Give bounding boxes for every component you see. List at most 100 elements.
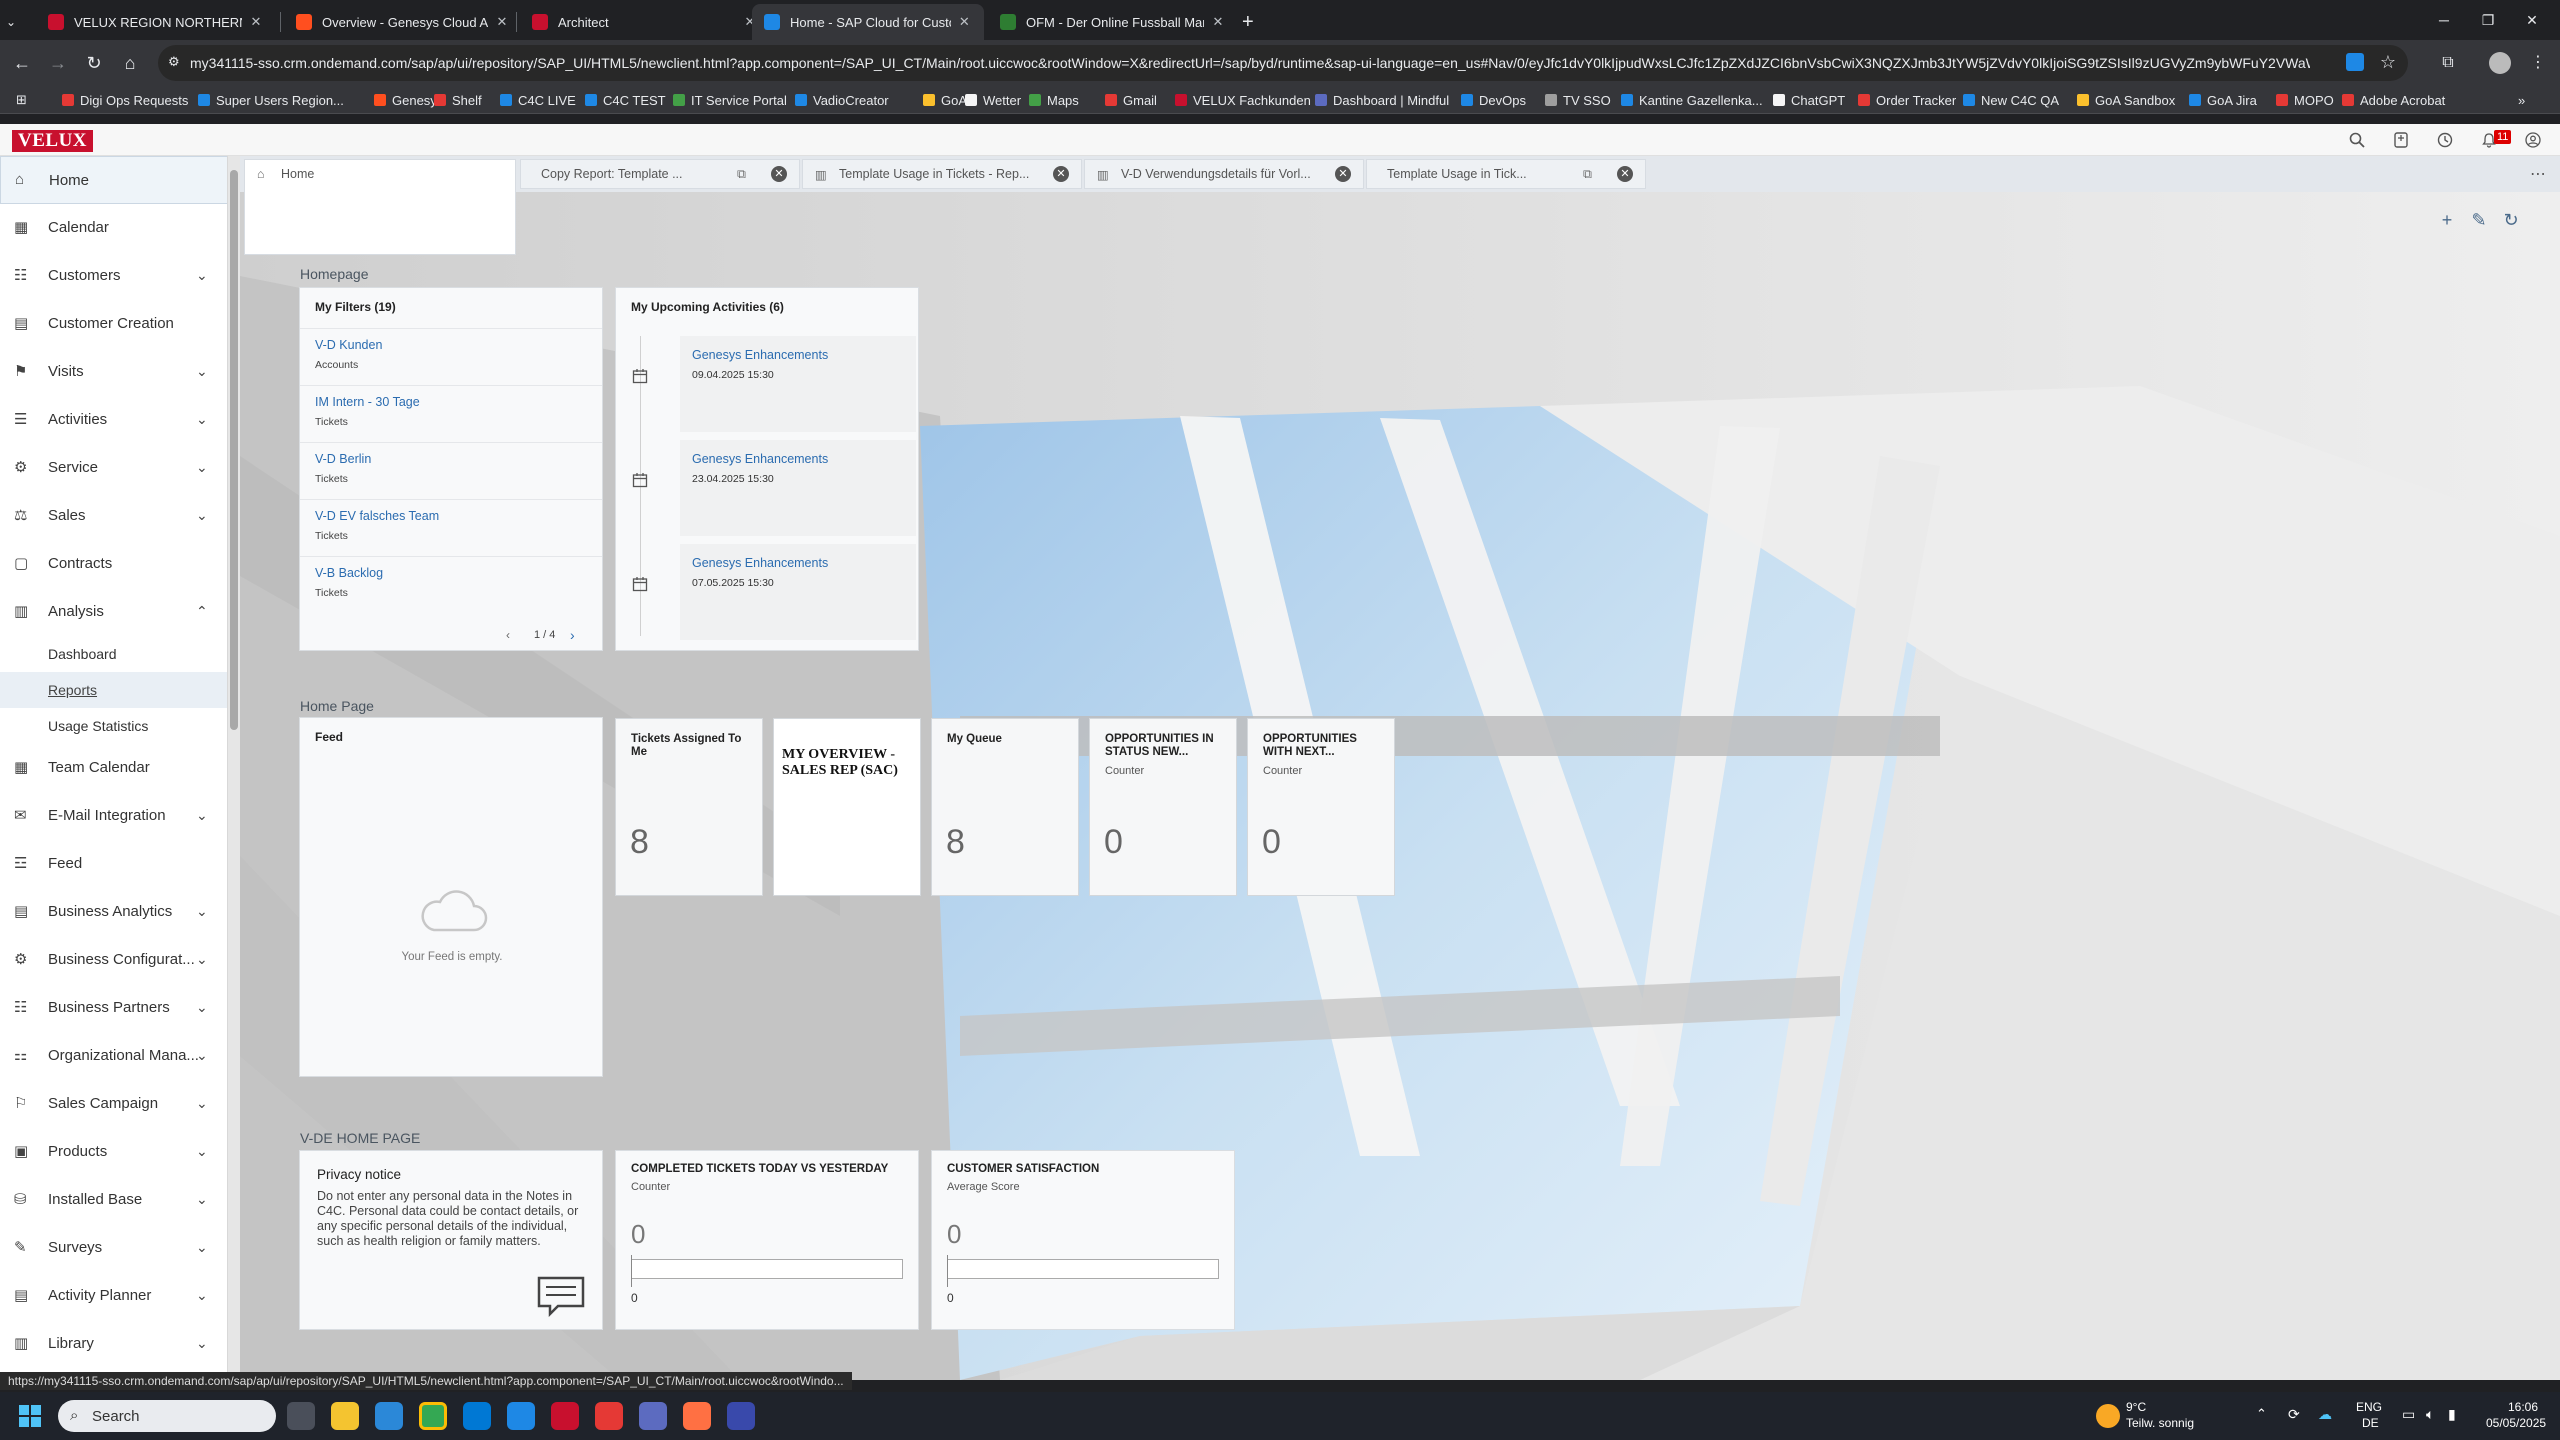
- restore-button[interactable]: ❐: [2466, 0, 2510, 40]
- file-explorer-icon[interactable]: [331, 1402, 359, 1430]
- bookmark-item[interactable]: MOPO: [2276, 90, 2334, 110]
- architect-app-icon[interactable]: [551, 1402, 579, 1430]
- chevron-up-icon[interactable]: ⌃: [196, 603, 208, 620]
- volume-icon[interactable]: 🔈︎: [2426, 1406, 2434, 1423]
- next-page-icon[interactable]: ›: [570, 627, 575, 643]
- bookmark-item[interactable]: VadioCreator: [795, 90, 889, 110]
- app-tab-template-usage[interactable]: Template Usage in Tick... ⧉ ✕: [1366, 159, 1646, 189]
- activity-item[interactable]: Genesys Enhancements 23.04.2025 15:30: [680, 440, 916, 536]
- sidebar-scrollbar-thumb[interactable]: [230, 170, 238, 730]
- sidebar-item-contracts[interactable]: ▢ Contracts: [0, 540, 227, 588]
- sidebar-item-library[interactable]: ▥ Library ⌄: [0, 1320, 227, 1368]
- chrome-browser-icon[interactable]: [419, 1402, 447, 1430]
- activity-link[interactable]: Genesys Enhancements: [692, 452, 828, 466]
- home-button[interactable]: ⌂: [118, 51, 142, 75]
- bookmark-item[interactable]: Super Users Region...: [198, 90, 344, 110]
- sidebar-item-organizational-mana[interactable]: ⚏ Organizational Mana... ⌄: [0, 1032, 227, 1080]
- edge-browser-icon[interactable]: [375, 1402, 403, 1430]
- filter-item[interactable]: V-B Backlog Tickets: [300, 556, 602, 613]
- prev-page-icon[interactable]: ‹: [506, 628, 510, 642]
- chevron-down-icon[interactable]: ⌄: [196, 1191, 208, 1208]
- sidebar-subitem-dashboard[interactable]: Dashboard: [0, 636, 227, 672]
- kpi-tile[interactable]: My Queue 8: [931, 718, 1079, 896]
- bookmark-item[interactable]: GoA Sandbox: [2077, 90, 2175, 110]
- browser-tab-sap-home[interactable]: Home - SAP Cloud for Custome ✕: [752, 4, 984, 40]
- browser-tab-genesys-overview[interactable]: Overview - Genesys Cloud Adm ✕: [284, 4, 522, 40]
- velux-logo[interactable]: VELUX: [12, 130, 94, 152]
- kpi-tile[interactable]: MY OVERVIEW - SALES REP (SAC): [773, 718, 921, 896]
- extensions-button[interactable]: ⧉: [2436, 51, 2460, 75]
- taskbar-search[interactable]: ⌕ Search: [58, 1400, 276, 1432]
- sidebar-item-service[interactable]: ⚙ Service ⌄: [0, 444, 227, 492]
- app-tab-home[interactable]: ⌂ Home: [244, 159, 516, 255]
- add-icon[interactable]: +: [2436, 210, 2458, 232]
- sidebar-item-business-partners[interactable]: ☷ Business Partners ⌄: [0, 984, 227, 1032]
- sap-extension-icon[interactable]: [2346, 53, 2364, 71]
- weather-temp[interactable]: 9°C: [2126, 1400, 2146, 1414]
- bookmark-item[interactable]: Dashboard | Mindful: [1315, 90, 1449, 110]
- star-icon[interactable]: ☆: [2380, 52, 2396, 73]
- sidebar-subitem-usage-statistics[interactable]: Usage Statistics: [0, 708, 227, 744]
- clock-date[interactable]: 05/05/2025: [2486, 1416, 2546, 1430]
- chevron-down-icon[interactable]: ⌄: [196, 1239, 208, 1256]
- sidebar-item-home[interactable]: ⌂ Home: [0, 156, 227, 204]
- chevron-down-icon[interactable]: ⌄: [196, 459, 208, 476]
- sidebar-item-customer-creation[interactable]: ▤ Customer Creation: [0, 300, 227, 348]
- chevron-down-icon[interactable]: ⌄: [196, 1287, 208, 1304]
- open-in-window-icon[interactable]: ⧉: [1583, 167, 1597, 181]
- chrome-menu-button[interactable]: ⋮: [2526, 51, 2550, 75]
- chevron-down-icon[interactable]: ⌄: [196, 267, 208, 284]
- bookmark-item[interactable]: ChatGPT: [1773, 90, 1845, 110]
- bookmark-item[interactable]: C4C LIVE: [500, 90, 576, 110]
- chevron-down-icon[interactable]: ⌄: [196, 807, 208, 824]
- chevron-down-icon[interactable]: ⌄: [196, 1143, 208, 1160]
- chevron-down-icon[interactable]: ⌄: [196, 951, 208, 968]
- bookmark-item[interactable]: Shelf: [434, 90, 482, 110]
- outlook-icon[interactable]: [463, 1402, 491, 1430]
- teams-icon[interactable]: [639, 1402, 667, 1430]
- edit-pencil-icon[interactable]: ✎: [2468, 210, 2490, 232]
- clock-time[interactable]: 16:06: [2508, 1400, 2538, 1414]
- sidebar-item-products[interactable]: ▣ Products ⌄: [0, 1128, 227, 1176]
- activity-item[interactable]: Genesys Enhancements 09.04.2025 15:30: [680, 336, 916, 432]
- tab-overflow-icon[interactable]: ⋯: [2530, 164, 2546, 184]
- bookmark-item[interactable]: GoA Jira: [2189, 90, 2257, 110]
- bookmark-item[interactable]: Kantine Gazellenka...: [1621, 90, 1763, 110]
- sync-icon[interactable]: ⟳: [2288, 1406, 2300, 1423]
- stacked-app-icon[interactable]: [595, 1402, 623, 1430]
- sidebar-item-activity-planner[interactable]: ▤ Activity Planner ⌄: [0, 1272, 227, 1320]
- keyboard-layout[interactable]: DE: [2362, 1416, 2379, 1430]
- sidebar-item-team-calendar[interactable]: ▦ Team Calendar: [0, 744, 227, 792]
- close-tab-icon[interactable]: ✕: [1053, 166, 1069, 182]
- apps-button[interactable]: ⊞: [16, 90, 27, 110]
- sidebar-item-installed-base[interactable]: ⛁ Installed Base ⌄: [0, 1176, 227, 1224]
- quick-create-icon[interactable]: [2388, 128, 2414, 152]
- filter-item[interactable]: V-D Berlin Tickets: [300, 442, 602, 499]
- profile-avatar[interactable]: [2488, 51, 2512, 75]
- kpi-tile[interactable]: OPPORTUNITIES IN STATUS NEW... Counter 0: [1089, 718, 1237, 896]
- sidebar-item-calendar[interactable]: ▦ Calendar: [0, 204, 227, 252]
- onedrive-cloud-icon[interactable]: ☁: [2318, 1406, 2332, 1423]
- app-tab-copy-report[interactable]: Copy Report: Template ... ⧉ ✕: [520, 159, 800, 189]
- sublime-icon[interactable]: [683, 1402, 711, 1430]
- bookmark-item[interactable]: GoA: [923, 90, 967, 110]
- browser-tab-ofm[interactable]: OFM - Der Online Fussball Man ✕: [988, 4, 1238, 40]
- site-info-icon[interactable]: ⚙: [168, 54, 180, 70]
- filter-link[interactable]: IM Intern - 30 Tage: [315, 395, 420, 409]
- close-tab-icon[interactable]: ✕: [771, 166, 787, 182]
- bookmark-item[interactable]: New C4C QA: [1963, 90, 2059, 110]
- refresh-icon[interactable]: ↻: [2500, 210, 2522, 232]
- chevron-down-icon[interactable]: ⌄: [196, 1047, 208, 1064]
- history-clock-icon[interactable]: [2432, 128, 2458, 152]
- weather-text[interactable]: Teilw. sonnig: [2126, 1416, 2194, 1430]
- bookmark-item[interactable]: TV SSO: [1545, 90, 1611, 110]
- more-bookmarks-button[interactable]: »: [2518, 90, 2525, 110]
- sidebar-item-e-mail-integration[interactable]: ✉ E-Mail Integration ⌄: [0, 792, 227, 840]
- back-button[interactable]: ←: [10, 51, 34, 75]
- bookmark-item[interactable]: Adobe Acrobat: [2342, 90, 2445, 110]
- sap-app-icon[interactable]: [507, 1402, 535, 1430]
- close-tab-icon[interactable]: ✕: [957, 14, 972, 30]
- activity-link[interactable]: Genesys Enhancements: [692, 348, 828, 362]
- close-tab-icon[interactable]: ✕: [494, 14, 510, 30]
- new-tab-button[interactable]: +: [1230, 4, 1266, 40]
